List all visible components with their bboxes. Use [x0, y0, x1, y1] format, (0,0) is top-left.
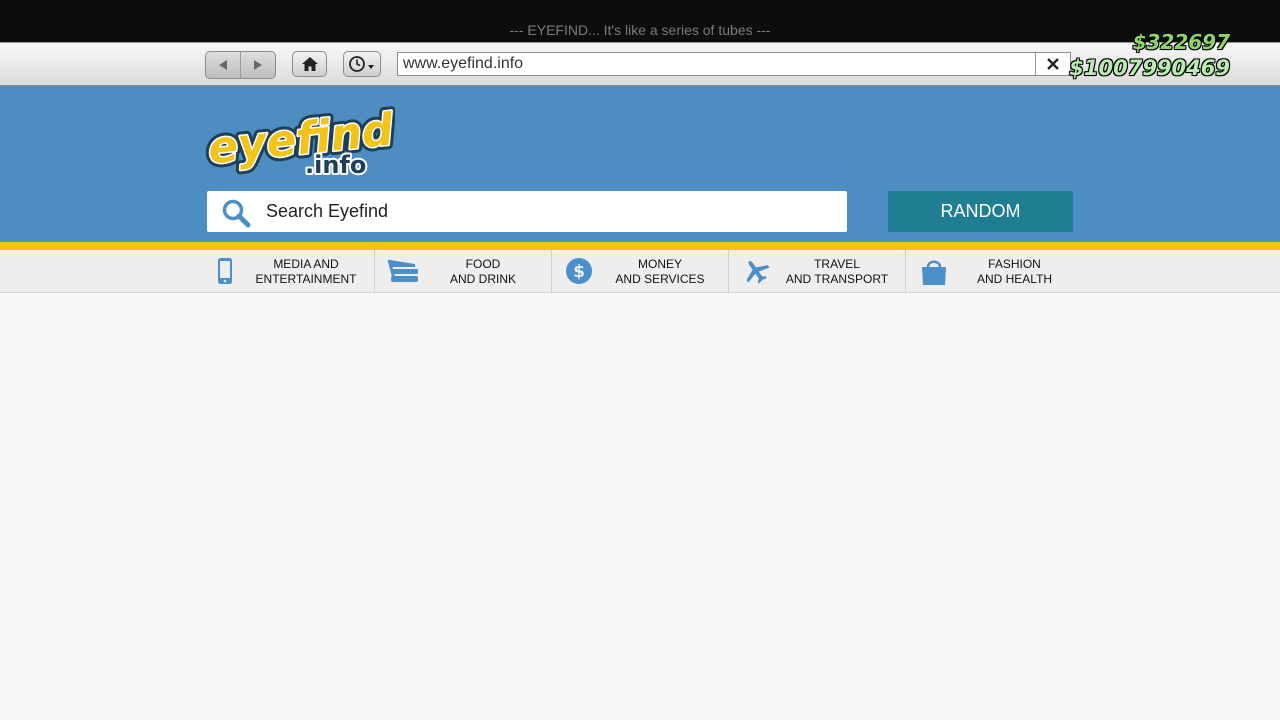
svg-text:eyefind: eyefind [206, 104, 395, 174]
cash-amount: $322697 [1132, 30, 1230, 54]
shopping-bag-icon [918, 258, 946, 285]
eyefind-logo[interactable]: eyefind eyefind eyefind .info [201, 100, 401, 184]
search-input[interactable]: Search Eyefind [207, 191, 847, 232]
close-icon [1047, 58, 1059, 70]
category-label: TRAVEL AND TRANSPORT [785, 257, 889, 286]
dollar-icon: $ [564, 258, 592, 284]
category-label: MONEY AND SERVICES [615, 257, 705, 286]
category-label: FOOD AND DRINK [449, 257, 516, 286]
category-travel-transport[interactable]: TRAVEL AND TRANSPORT [729, 250, 906, 292]
back-button[interactable] [206, 52, 240, 78]
clock-icon [349, 56, 374, 72]
home-button[interactable] [292, 51, 327, 77]
category-media-entertainment[interactable]: MEDIA AND ENTERTAINMENT [198, 250, 375, 292]
search-placeholder: Search Eyefind [266, 201, 389, 221]
forward-arrow-icon [254, 60, 262, 70]
header-accent-bar [0, 242, 1280, 250]
url-text[interactable]: www.eyefind.info [403, 55, 523, 73]
phone-icon [210, 258, 238, 284]
category-label: FASHION AND HEALTH [976, 257, 1053, 286]
burger-icon [387, 258, 418, 284]
window-title: --- EYEFIND... It's like a series of tub… [509, 22, 771, 38]
home-icon [301, 57, 318, 71]
back-arrow-icon [219, 60, 227, 70]
forward-button[interactable] [240, 52, 275, 78]
category-money-services[interactable]: $ MONEY AND SERVICES [552, 250, 729, 292]
category-fashion-health[interactable]: FASHION AND HEALTH [906, 250, 1083, 292]
random-button[interactable]: RANDOM [888, 191, 1073, 232]
clear-url-button[interactable] [1035, 53, 1070, 75]
page-content-area [0, 293, 1280, 720]
history-button[interactable] [343, 51, 381, 77]
bank-amount: $1007990469 [1069, 56, 1230, 80]
category-food-drink[interactable]: FOOD AND DRINK [375, 250, 552, 292]
svg-text:.info: .info [305, 151, 366, 179]
nav-button-group [205, 51, 276, 79]
category-nav: MEDIA AND ENTERTAINMENT FOOD AND DRINK $… [0, 250, 1280, 293]
svg-text:$: $ [573, 262, 585, 282]
window-title-bar: --- EYEFIND... It's like a series of tub… [0, 0, 1280, 42]
category-label: MEDIA AND ENTERTAINMENT [255, 257, 357, 286]
search-icon [221, 198, 251, 233]
airplane-icon [741, 258, 770, 284]
address-bar[interactable]: www.eyefind.info [397, 52, 1071, 76]
